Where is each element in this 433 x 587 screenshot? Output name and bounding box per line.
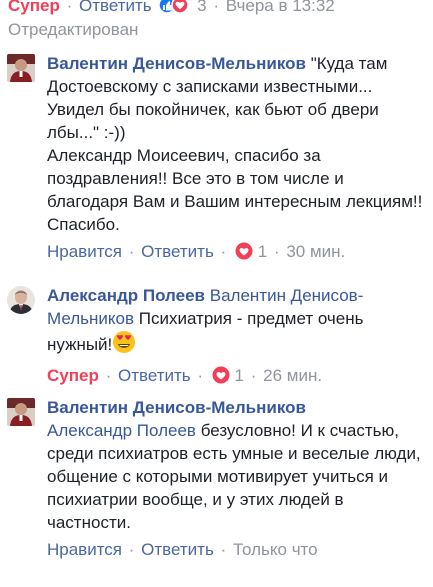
reaction-icons[interactable]: [158, 0, 192, 14]
separator-dot: ·: [128, 242, 135, 261]
timestamp: Только что: [232, 540, 318, 559]
avatar[interactable]: [7, 398, 35, 426]
avatar-image: [7, 286, 35, 314]
separator-dot: ·: [213, 0, 219, 15]
separator-dot: ·: [220, 242, 227, 261]
separator-dot: ·: [197, 366, 204, 385]
comment-action-row: Нравится · Ответить · 1 · 30 мин.: [47, 242, 427, 262]
avatar-image: [7, 398, 35, 426]
comment-action-row: Супер · Ответить · 1 · 26 мин.: [47, 366, 427, 386]
reaction-count: 1: [257, 242, 268, 261]
parent-comment-actions: Супер · Ответить 3 · Вчера в 13:32 Отред…: [0, 0, 433, 48]
avatar[interactable]: [7, 54, 35, 82]
avatar-image: [7, 54, 35, 82]
reply-link[interactable]: Ответить: [118, 366, 191, 385]
reply-link[interactable]: Ответить: [141, 242, 214, 261]
love-reaction-icon[interactable]: [212, 366, 230, 384]
reply-link[interactable]: Ответить: [79, 0, 152, 15]
comment-text: Валентин Денисов-Мельников "Куда там Дос…: [47, 52, 427, 144]
comment-2: Александр Полеев Валентин Денисов-Мельни…: [0, 284, 433, 386]
reaction-stack-icon: [158, 0, 190, 14]
comment-text: Валентин Денисов-Мельников Александр Пол…: [47, 396, 427, 534]
comment-3: Валентин Денисов-Мельников Александр Пол…: [0, 396, 433, 581]
reaction-count: 1: [234, 366, 244, 385]
author-name[interactable]: Валентин Денисов-Мельников: [47, 398, 306, 417]
reaction-count: 3: [197, 0, 207, 15]
separator-dot: ·: [66, 0, 73, 15]
like-link[interactable]: Нравится: [47, 540, 122, 559]
comment-body: Валентин Денисов-Мельников "Куда там Дос…: [47, 52, 427, 262]
super-reaction-link[interactable]: Супер: [8, 0, 60, 15]
comment-body: Александр Полеев Валентин Денисов-Мельни…: [47, 284, 427, 386]
mention-link[interactable]: Александр Полеев: [47, 421, 196, 440]
separator-dot: ·: [128, 540, 135, 559]
reply-link[interactable]: Ответить: [141, 540, 214, 559]
super-reaction-link[interactable]: Супер: [47, 366, 99, 385]
comment-text-part2: Александр Моисеевич, спасибо за поздравл…: [47, 146, 423, 234]
comment-text: Александр Полеев Валентин Денисов-Мельни…: [47, 284, 427, 360]
love-reaction-icon[interactable]: [235, 242, 253, 260]
comment-action-row: Нравится · Ответить · Только что: [47, 540, 427, 560]
separator-dot: ·: [250, 366, 257, 385]
author-name[interactable]: Александр Полеев: [47, 286, 205, 305]
timestamp[interactable]: 26 мин.: [263, 366, 322, 385]
parent-action-row: Супер · Ответить 3 · Вчера в 13:32: [8, 0, 335, 16]
timestamp[interactable]: 30 мин.: [286, 242, 345, 261]
separator-dot: ·: [105, 366, 112, 385]
edited-label[interactable]: Отредактирован: [8, 20, 138, 40]
comment-1: Валентин Денисов-Мельников "Куда там Дос…: [0, 52, 433, 272]
comment-body: Валентин Денисов-Мельников Александр Пол…: [47, 396, 427, 560]
avatar[interactable]: [7, 286, 35, 314]
timestamp[interactable]: Вчера в 13:32: [226, 0, 335, 15]
like-link[interactable]: Нравится: [47, 242, 122, 261]
separator-dot: ·: [273, 242, 280, 261]
heart-eyes-emoji-icon: [112, 330, 136, 360]
author-name[interactable]: Валентин Денисов-Мельников: [47, 54, 306, 73]
separator-dot: ·: [220, 540, 227, 559]
